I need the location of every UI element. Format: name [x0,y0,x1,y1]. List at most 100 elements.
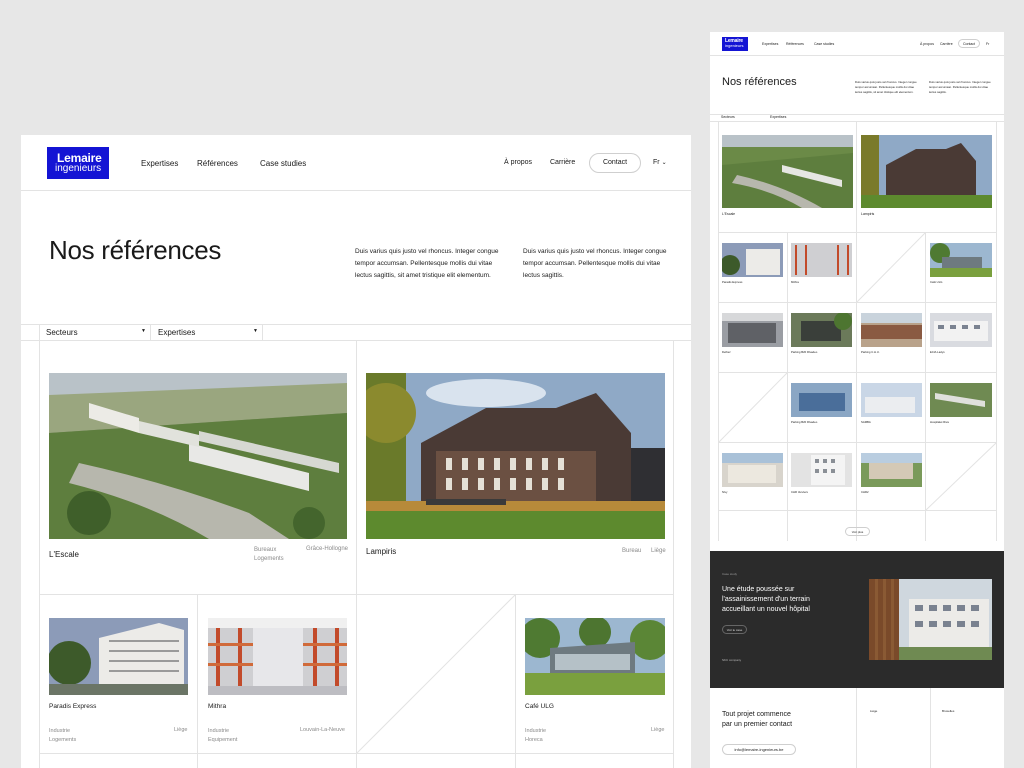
project-tags: Industrie Equipement [208,727,237,745]
project-name[interactable]: Parking B20 Rivadeo [791,350,817,354]
project-tag: Bureaux [254,547,277,553]
project-name[interactable]: Café ULG [525,703,554,710]
project-name[interactable]: Lampiris [366,547,396,556]
project-location: Louvain-La-Neuve [300,727,345,733]
email-button[interactable]: info@lemaire-ingenieurs.be [722,744,796,755]
project-photo-lescale[interactable] [722,135,853,208]
contact-button[interactable]: Contact [589,153,641,173]
intro-line: tempor accumsan. Pellentesque mollis dui… [355,260,493,267]
project-thumb[interactable] [722,453,783,487]
project-photo-lampiris[interactable] [861,135,992,208]
nav-references[interactable]: Références [197,159,238,168]
language-selector[interactable]: Fr ⌄ [653,159,667,166]
filter-expertises[interactable]: Expertises [770,115,786,119]
project-name[interactable]: Lampiris [861,212,874,216]
project-tag: Bureau [622,548,642,554]
project-name[interactable]: ECIA Ladys [930,350,945,354]
case-study-section: Case study Une étude poussée sur l'assai… [710,551,1004,688]
case-study-company: SKC company [722,658,742,662]
divider [710,114,1004,115]
filter-expertises[interactable]: Expertises ▼ [152,324,263,341]
grid-line [515,594,516,768]
nav-references[interactable]: Références [786,42,804,46]
grid-line [39,594,673,595]
project-name[interactable]: SAMBA [861,420,871,424]
logo[interactable]: Lemaire ingenieurs [722,37,748,51]
project-name[interactable]: Mithra [791,280,799,284]
project-tags: Industrie Horeca [525,727,546,745]
grid-line [197,594,198,768]
footer-title: Tout projet commence par un premier cont… [722,710,792,730]
project-name[interactable]: Nivy [722,490,727,494]
project-location: Liège [174,727,188,733]
project-photo-lescale[interactable] [49,373,347,539]
nav-carriere[interactable]: Carrière [550,159,575,166]
contact-button-label: Contact [602,159,628,166]
nav-case-studies[interactable]: Case studies [260,159,306,168]
nav-expertises[interactable]: Expertises [141,159,178,168]
project-photo-paradis-express[interactable] [49,618,188,695]
project-tag: Horeca [525,737,543,743]
project-thumb[interactable] [930,313,992,347]
project-thumb[interactable] [861,453,922,487]
project-name[interactable]: Delhez [722,350,731,354]
case-study-photo[interactable] [869,579,992,660]
load-more-button[interactable]: Voir plus [845,527,870,536]
empty-cell-diagonal [857,233,925,302]
project-name[interactable]: Parking B20 Rivadeo [791,420,817,424]
project-name[interactable]: CHR2 [861,490,869,494]
intro-line: lectus sagittis. [929,90,947,94]
case-study-title-line: Une étude poussée sur [722,586,795,593]
project-photo-mithra[interactable] [208,618,347,695]
project-name[interactable]: Mithra [208,703,226,710]
project-thumb[interactable] [791,243,852,277]
project-name[interactable]: Hospitalet Riva [930,420,949,424]
project-thumb[interactable] [791,453,852,487]
filter-expertises-label: Expertises [770,115,787,119]
empty-cell-diagonal [719,373,787,442]
project-thumb[interactable] [861,383,922,417]
filter-secteurs[interactable]: Secteurs [721,115,735,119]
project-tags: Industrie Logements [49,727,76,745]
contact-button[interactable]: Contact [958,39,980,48]
project-thumb[interactable] [930,383,992,417]
project-thumb[interactable] [791,383,852,417]
project-thumb[interactable] [791,313,852,347]
nav-apropos[interactable]: À propos [504,159,532,166]
site-header: Lemaire ingenieurs Expertises Références… [710,32,1004,56]
project-name[interactable]: L'Escale [722,212,735,216]
email-label: info@lemaire-ingenieurs.be [734,747,784,752]
project-thumb[interactable] [930,243,992,277]
page-title: Nos références [722,76,797,88]
filter-secteurs-label: Secteurs [46,328,78,337]
project-name[interactable]: CHR Verviers [791,490,808,494]
project-location: Liège [651,727,665,733]
project-thumb[interactable] [861,313,922,347]
project-name[interactable]: Paradis Express [722,280,742,284]
grid-line [856,688,857,768]
page-title: Nos références [49,235,222,265]
case-study-button[interactable]: Voir le case [722,625,747,634]
project-photo-lampiris[interactable] [366,373,665,539]
project-name[interactable]: Paradis Express [49,703,96,710]
project-thumb[interactable] [722,313,783,347]
logo[interactable]: Lemaire ingenieurs [47,147,109,179]
project-location: Grâce-Hollogne [306,546,349,552]
nav-case-studies[interactable]: Case studies [814,42,834,46]
nav-carriere[interactable]: Carrière [940,42,953,46]
project-name[interactable]: L'Escale [49,550,79,559]
grid-line [718,302,996,303]
project-thumb[interactable] [722,243,783,277]
project-photo-cafe-ulg[interactable] [525,618,665,695]
nav-apropos[interactable]: À propos [920,42,934,46]
language-label: Fr [653,159,660,166]
nav-expertises[interactable]: Expertises [762,42,778,46]
language-selector[interactable]: Fr [986,42,989,46]
footer-title-line: Tout projet commence [722,711,791,718]
office-name: Liège [870,709,878,713]
project-name[interactable]: Café ULG [930,280,942,284]
project-name[interactable]: Parking C.H.U. [861,350,880,354]
grid-line [718,510,996,511]
grid-line [673,340,674,768]
filter-secteurs[interactable]: Secteurs ▼ [39,324,151,341]
